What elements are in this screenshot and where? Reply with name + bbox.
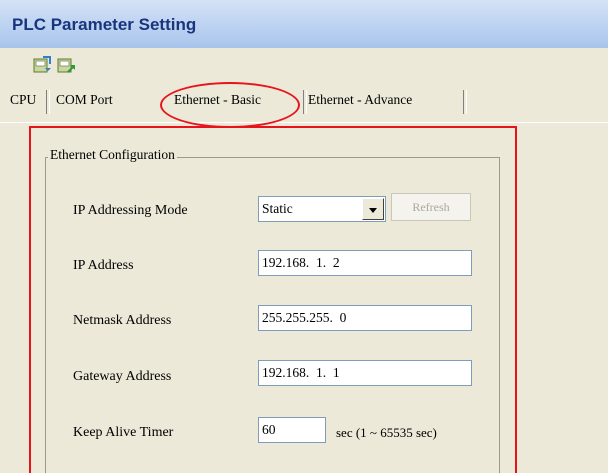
tab-separator bbox=[46, 90, 50, 114]
plc-parameter-window: PLC Parameter Setting CPU COM Port Ether… bbox=[0, 0, 608, 473]
tab-ethernet-advance[interactable]: Ethernet - Advance bbox=[308, 92, 412, 114]
highlight-ellipse bbox=[160, 82, 300, 128]
tab-separator bbox=[463, 90, 467, 114]
tab-com-port[interactable]: COM Port bbox=[56, 92, 113, 114]
tab-strip: CPU COM Port Ethernet - Basic Ethernet -… bbox=[0, 82, 608, 122]
export-icon[interactable] bbox=[56, 55, 76, 75]
toolbar bbox=[0, 48, 608, 82]
title-bar: PLC Parameter Setting bbox=[0, 0, 608, 48]
highlight-box bbox=[29, 126, 517, 473]
tab-cpu[interactable]: CPU bbox=[10, 92, 36, 114]
import-icon[interactable] bbox=[32, 55, 52, 75]
window-title: PLC Parameter Setting bbox=[12, 15, 197, 34]
tab-separator bbox=[303, 90, 307, 114]
